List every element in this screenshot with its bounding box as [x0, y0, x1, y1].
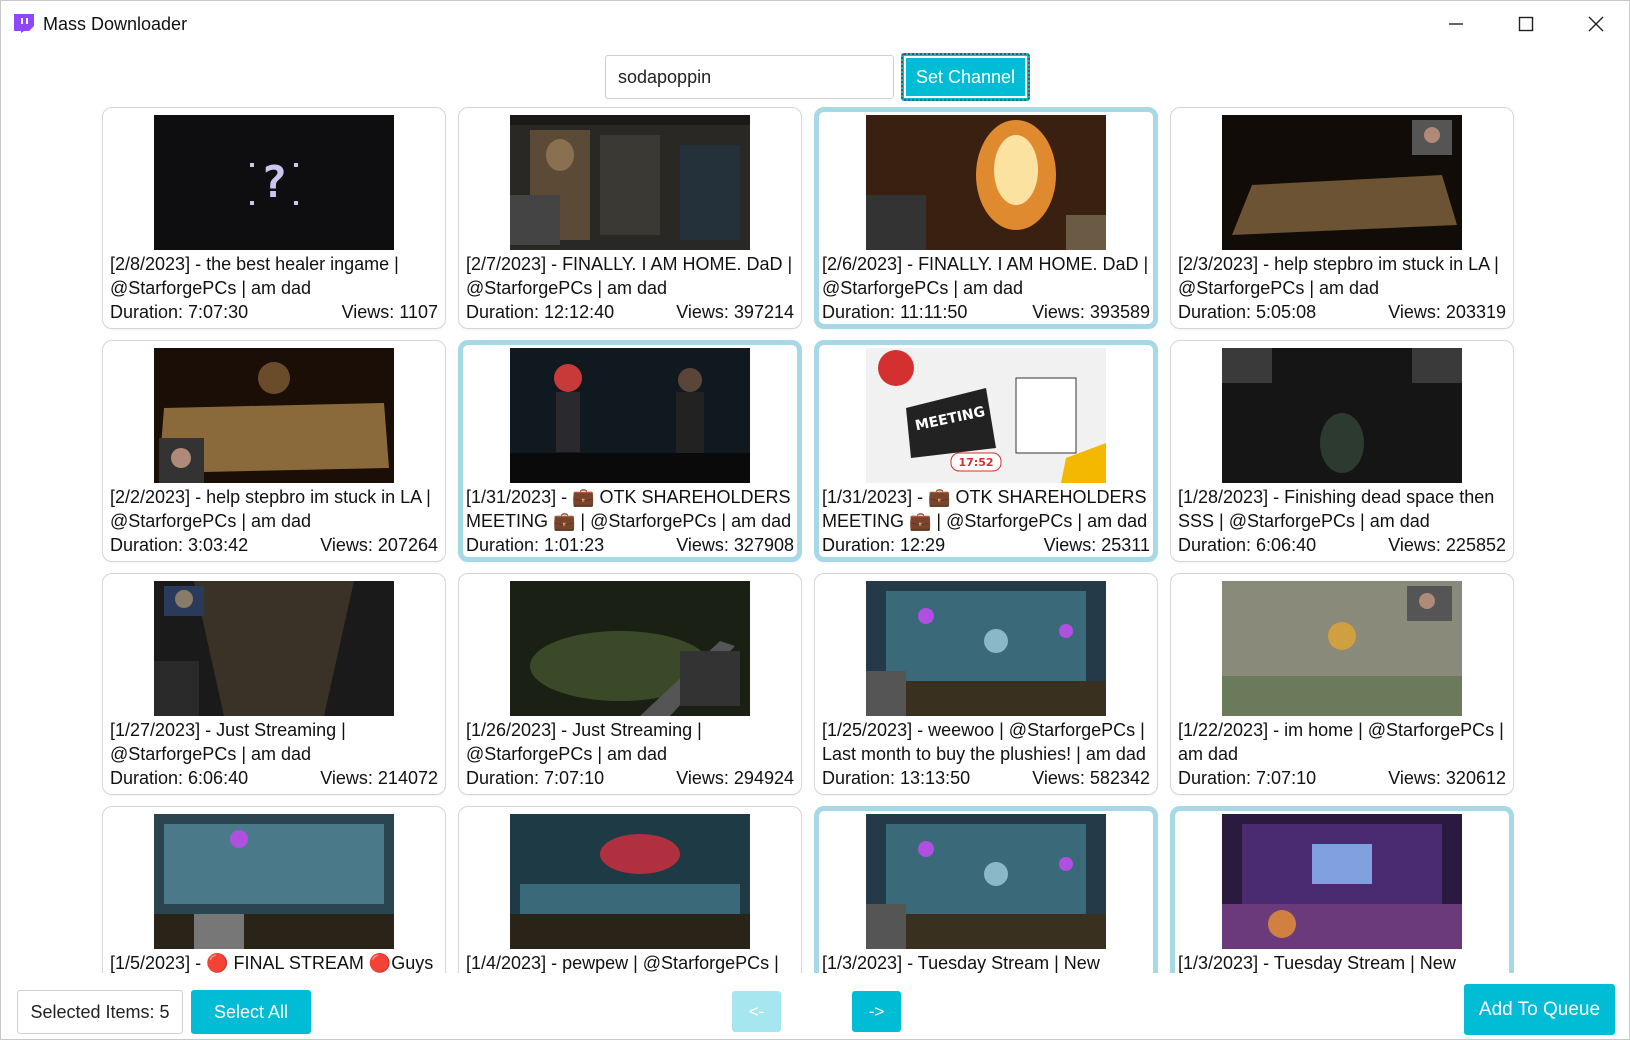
video-card[interactable]: [1/4/2023] - pewpew | @StarforgePCs | [458, 806, 802, 973]
video-title: [2/3/2023] - help stepbro im stuck in LA… [1178, 254, 1499, 298]
video-views: Views: 207264 [320, 535, 438, 555]
video-views: Views: 327908 [676, 535, 794, 555]
set-channel-button[interactable]: Set Channel [901, 53, 1030, 101]
video-card[interactable]: [1/3/2023] - Tuesday Stream | New [1170, 806, 1514, 973]
video-card[interactable]: [1/27/2023] - Just Streaming | @Starforg… [102, 573, 446, 795]
maximize-button[interactable] [1491, 1, 1561, 47]
channel-input[interactable] [605, 55, 894, 99]
video-grid[interactable]: ? [2/8/2023] - the best healer ingame | @… [1, 105, 1629, 973]
bottom-bar: Selected Items: 5 Select All <- -> Add T… [1, 973, 1629, 1039]
video-duration: Duration: 6:06:40 [110, 768, 249, 788]
video-card[interactable]: [1/22/2023] - im home | @StarforgePCs | … [1170, 573, 1514, 795]
next-page-button[interactable]: -> [852, 991, 901, 1032]
video-thumbnail [154, 581, 394, 716]
video-title: [1/26/2023] - Just Streaming | @Starforg… [466, 720, 702, 764]
video-title: [1/25/2023] - weewoo | @StarforgePCs | L… [822, 720, 1146, 764]
video-views: Views: 294924 [676, 768, 794, 788]
video-title: [1/3/2023] - Tuesday Stream | New [1178, 953, 1456, 973]
video-card[interactable]: [1/25/2023] - weewoo | @StarforgePCs | L… [814, 573, 1158, 795]
video-card[interactable]: [2/2/2023] - help stepbro im stuck in LA… [102, 340, 446, 562]
video-card[interactable]: [1/5/2023] - 🔴 FINAL STREAM 🔴Guys [102, 806, 446, 973]
video-duration: Duration: 7:07:10 [466, 768, 605, 788]
video-views: Views: 393589 [1032, 302, 1150, 322]
video-card[interactable]: ? [2/8/2023] - the best healer ingame | @… [102, 107, 446, 329]
maximize-icon [1518, 16, 1534, 32]
video-title: [2/8/2023] - the best healer ingame | @S… [110, 254, 399, 298]
video-title: [2/6/2023] - FINALLY. I AM HOME. DaD | @… [822, 254, 1149, 298]
select-all-button[interactable]: Select All [191, 990, 311, 1034]
video-thumbnail [1222, 348, 1462, 483]
video-views: Views: 25311 [1043, 535, 1150, 555]
video-title: [1/31/2023] - 💼 OTK SHAREHOLDERS MEETING… [466, 487, 792, 531]
video-thumbnail: MEETING 17:52 [866, 348, 1106, 483]
video-thumbnail: ? [154, 115, 394, 250]
video-duration: Duration: 3:03:42 [110, 535, 249, 555]
twitch-app-icon [14, 14, 34, 33]
video-duration: Duration: 12:12:40 [466, 302, 615, 322]
video-card[interactable]: [1/28/2023] - Finishing dead space then … [1170, 340, 1514, 562]
video-title: [1/28/2023] - Finishing dead space then … [1178, 487, 1495, 531]
video-title: [2/2/2023] - help stepbro im stuck in LA… [110, 487, 431, 531]
video-title: [1/31/2023] - 💼 OTK SHAREHOLDERS MEETING… [822, 487, 1148, 531]
video-views: Views: 320612 [1388, 768, 1506, 788]
video-title: [1/4/2023] - pewpew | @StarforgePCs | [466, 953, 779, 973]
video-title: [1/5/2023] - 🔴 FINAL STREAM 🔴Guys [110, 953, 434, 973]
video-thumbnail [866, 581, 1106, 716]
video-title: [1/22/2023] - im home | @StarforgePCs | … [1178, 720, 1504, 764]
video-thumbnail [866, 814, 1106, 949]
video-thumbnail [1222, 814, 1462, 949]
video-views: Views: 1107 [341, 302, 438, 322]
minimize-button[interactable] [1421, 1, 1491, 47]
video-card[interactable]: [1/26/2023] - Just Streaming | @Starforg… [458, 573, 802, 795]
svg-text:?: ? [261, 157, 288, 208]
video-duration: Duration: 5:05:08 [1178, 302, 1317, 322]
video-duration: Duration: 7:07:30 [110, 302, 249, 322]
video-thumbnail [510, 348, 750, 483]
video-title: [1/3/2023] - Tuesday Stream | New [822, 953, 1100, 973]
video-title: [1/27/2023] - Just Streaming | @Starforg… [110, 720, 346, 764]
video-thumbnail [154, 348, 394, 483]
window-title: Mass Downloader [43, 14, 188, 34]
video-views: Views: 214072 [320, 768, 438, 788]
video-duration: Duration: 7:07:10 [1178, 768, 1317, 788]
add-to-queue-button[interactable]: Add To Queue [1464, 984, 1615, 1035]
title-bar: Mass Downloader [1, 1, 1629, 47]
minimize-icon [1449, 23, 1463, 25]
video-card[interactable]: [1/31/2023] - 💼 OTK SHAREHOLDERS MEETING… [458, 340, 802, 562]
video-thumbnail [1222, 115, 1462, 250]
video-thumbnail [154, 814, 394, 949]
video-duration: Duration: 6:06:40 [1178, 535, 1317, 555]
video-thumbnail [510, 814, 750, 949]
video-card[interactable]: [2/7/2023] - FINALLY. I AM HOME. DaD | @… [458, 107, 802, 329]
video-title: [2/7/2023] - FINALLY. I AM HOME. DaD | @… [466, 254, 793, 298]
close-icon [1588, 16, 1604, 32]
video-card[interactable]: [1/3/2023] - Tuesday Stream | New [814, 806, 1158, 973]
video-card[interactable]: [2/3/2023] - help stepbro im stuck in LA… [1170, 107, 1514, 329]
video-views: Views: 582342 [1032, 768, 1150, 788]
video-card[interactable]: [2/6/2023] - FINALLY. I AM HOME. DaD | @… [814, 107, 1158, 329]
video-thumbnail [1222, 581, 1462, 716]
video-views: Views: 397214 [676, 302, 794, 322]
video-thumbnail [510, 115, 750, 250]
previous-page-button[interactable]: <- [732, 991, 781, 1032]
video-duration: Duration: 11:11:50 [822, 302, 968, 322]
video-card[interactable]: MEETING 17:52 [1/31/2023] - 💼 OTK SHAREHOL… [814, 340, 1158, 562]
video-duration: Duration: 13:13:50 [822, 768, 971, 788]
close-button[interactable] [1561, 1, 1630, 47]
video-thumbnail [866, 115, 1106, 250]
video-duration: Duration: 1:01:23 [466, 535, 605, 555]
svg-text:17:52: 17:52 [958, 456, 993, 469]
video-views: Views: 225852 [1388, 535, 1506, 555]
video-duration: Duration: 12:29 [822, 535, 946, 555]
video-thumbnail [510, 581, 750, 716]
selected-items-count: Selected Items: 5 [17, 990, 183, 1034]
video-views: Views: 203319 [1388, 302, 1506, 322]
